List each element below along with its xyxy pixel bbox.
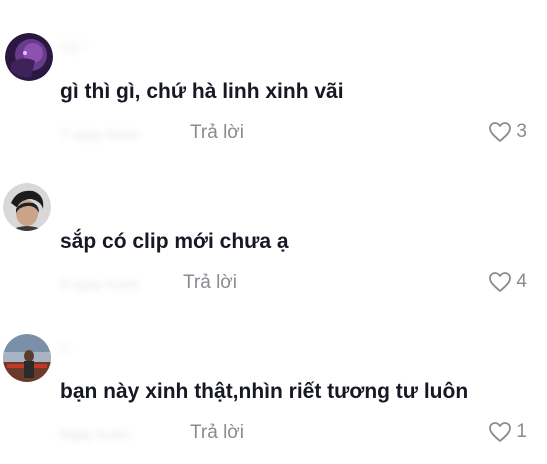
- avatar[interactable]: [3, 183, 51, 231]
- avatar-image: [3, 183, 51, 231]
- reply-button[interactable]: Trả lời: [190, 122, 244, 144]
- like-count: 4: [516, 271, 527, 292]
- reply-button[interactable]: Trả lời: [183, 272, 237, 294]
- reply-button[interactable]: Trả lời: [190, 422, 244, 444]
- comment-username[interactable]: trg t: [60, 38, 86, 55]
- comment-text: gì thì gì, chứ hà linh xinh vãi: [60, 80, 344, 103]
- avatar[interactable]: [3, 334, 51, 382]
- comment-item: C bạn này xinh thật,nhìn riết tương tư l…: [0, 310, 547, 464]
- comment-timestamp: Ngày trước: [60, 426, 131, 442]
- comment-text: sắp có clip mới chưa ạ: [60, 230, 289, 253]
- like-button[interactable]: 1: [488, 421, 527, 443]
- avatar-image: [3, 334, 51, 382]
- avatar-image: [5, 33, 53, 81]
- like-count: 1: [516, 421, 527, 442]
- heart-outline-icon: [488, 421, 512, 443]
- avatar[interactable]: [5, 33, 53, 81]
- comment-text: bạn này xinh thật,nhìn riết tương tư luô…: [60, 380, 469, 403]
- comment-timestamp: 7 ngày trước: [60, 126, 141, 142]
- heart-outline-icon: [488, 121, 512, 143]
- like-count: 3: [516, 121, 527, 142]
- like-button[interactable]: 3: [488, 121, 527, 143]
- comment-item: sắp có clip mới chưa ạ 8 ngày trước Trả …: [0, 160, 547, 310]
- comment-timestamp: 8 ngày trước: [60, 276, 141, 292]
- like-button[interactable]: 4: [488, 271, 527, 293]
- comment-username[interactable]: C: [60, 340, 71, 357]
- heart-outline-icon: [488, 271, 512, 293]
- comment-item: trg t gì thì gì, chứ hà linh xinh vãi 7 …: [0, 0, 547, 160]
